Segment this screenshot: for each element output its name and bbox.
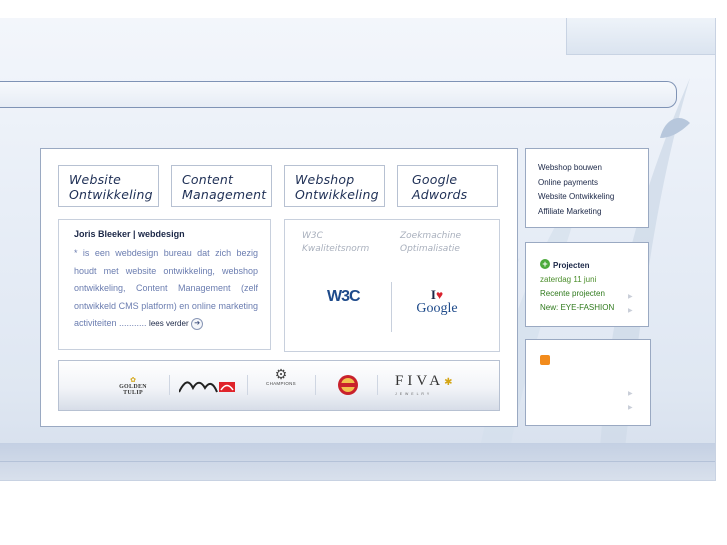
projects-box: + Projecten zaterdag 11 juni Recente proj… [525, 242, 649, 327]
sidebar-links-box: Webshop bouwen Online payments Website O… [525, 148, 649, 228]
heart-icon: ♥ [435, 288, 444, 302]
divider [391, 282, 392, 332]
google-logo-text: Google [416, 301, 458, 316]
golden-tulip-logo[interactable]: ✿ GOLDEN TULIP [109, 377, 157, 396]
rss-box: ▶ ▶ [525, 339, 651, 426]
w3c-label: W3C Kwaliteitsnorm [302, 230, 369, 256]
sidebar-link[interactable]: Online payments [538, 176, 648, 191]
champions-league-logo[interactable]: ⚙ CHAMPIONS [261, 367, 301, 386]
triangle-right-icon: ▶ [628, 294, 633, 300]
client-logos-strip: ✿ GOLDEN TULIP ⚙ CHAMPIONS FIVA✱ J E W E… [58, 360, 500, 411]
w3c-label-line: W3C [302, 231, 323, 241]
seo-label-line: Zoekmachine [400, 231, 462, 241]
fiva-text: FIVA [395, 373, 445, 389]
service-website-ontwikkeling[interactable]: Website Ontwikkeling [58, 165, 159, 207]
quality-badges-box: W3C Kwaliteitsnorm Zoekmachine Optimalis… [284, 219, 500, 352]
w3c-logo[interactable]: W3C [327, 288, 361, 306]
google-logo[interactable]: I♥ Google [416, 286, 458, 317]
champions-text: CHAMPIONS [266, 381, 296, 386]
rss-icon[interactable] [540, 355, 550, 365]
divider [169, 375, 170, 395]
fiva-subtext: J E W E L R Y [395, 392, 431, 396]
divider [247, 375, 248, 395]
quiksilver-logo[interactable] [179, 378, 237, 394]
fiva-logo[interactable]: FIVA✱ J E W E L R Y [395, 373, 456, 397]
projects-title: Projecten [553, 261, 590, 270]
main-content-panel: Website Ontwikkeling Content Management … [40, 148, 518, 427]
footer-band [0, 443, 715, 480]
projects-date: zaterdag 11 juni [540, 275, 597, 284]
site-canvas: Website Ontwikkeling Content Management … [0, 18, 716, 481]
service-label: Content [182, 172, 234, 187]
read-more-link[interactable]: lees verder [149, 319, 189, 328]
service-label: Google [412, 172, 458, 187]
service-label: Website [69, 172, 121, 187]
divider [315, 375, 316, 395]
arrow-right-icon[interactable]: ➔ [191, 317, 204, 330]
w3c-label-line: Kwaliteitsnorm [302, 244, 370, 254]
service-label: Ontwikkeling [295, 187, 379, 202]
service-label: Ontwikkeling [69, 187, 153, 202]
triangle-right-icon: ▶ [628, 391, 633, 397]
service-label: Webshop [295, 172, 355, 187]
seo-label: Zoekmachine Optimalisatie [400, 230, 461, 256]
divider [377, 375, 378, 395]
about-title: Joris Bleeker | webdesign [74, 229, 185, 239]
triangle-right-icon: ▶ [628, 405, 633, 411]
triangle-right-icon: ▶ [628, 308, 633, 314]
plus-icon: + [540, 258, 550, 269]
service-google-adwords[interactable]: Google Adwords [397, 165, 498, 207]
projects-header: + Projecten [540, 255, 648, 273]
seo-label-line: Optimalisatie [400, 244, 460, 254]
about-description: * is een webdesign bureau dat zich bezig… [74, 248, 258, 328]
navigation-bar[interactable] [0, 81, 677, 108]
sidebar-link[interactable]: Website Ontwikkeling [538, 190, 648, 205]
service-webshop-ontwikkeling[interactable]: Webshop Ontwikkeling [284, 165, 385, 207]
amstel-logo[interactable] [337, 373, 359, 397]
about-text: * is een webdesign bureau dat zich bezig… [74, 245, 258, 333]
service-content-management[interactable]: Content Management [171, 165, 272, 207]
about-box: Joris Bleeker | webdesign * is een webde… [58, 219, 271, 350]
service-label: Management [182, 187, 267, 202]
golden-tulip-text: GOLDEN TULIP [119, 384, 147, 396]
sidebar-link[interactable]: Affiliate Marketing [538, 205, 648, 220]
sidebar-link[interactable]: Webshop bouwen [538, 161, 648, 176]
service-label: Adwords [412, 187, 468, 202]
header-corner-box [566, 18, 715, 55]
